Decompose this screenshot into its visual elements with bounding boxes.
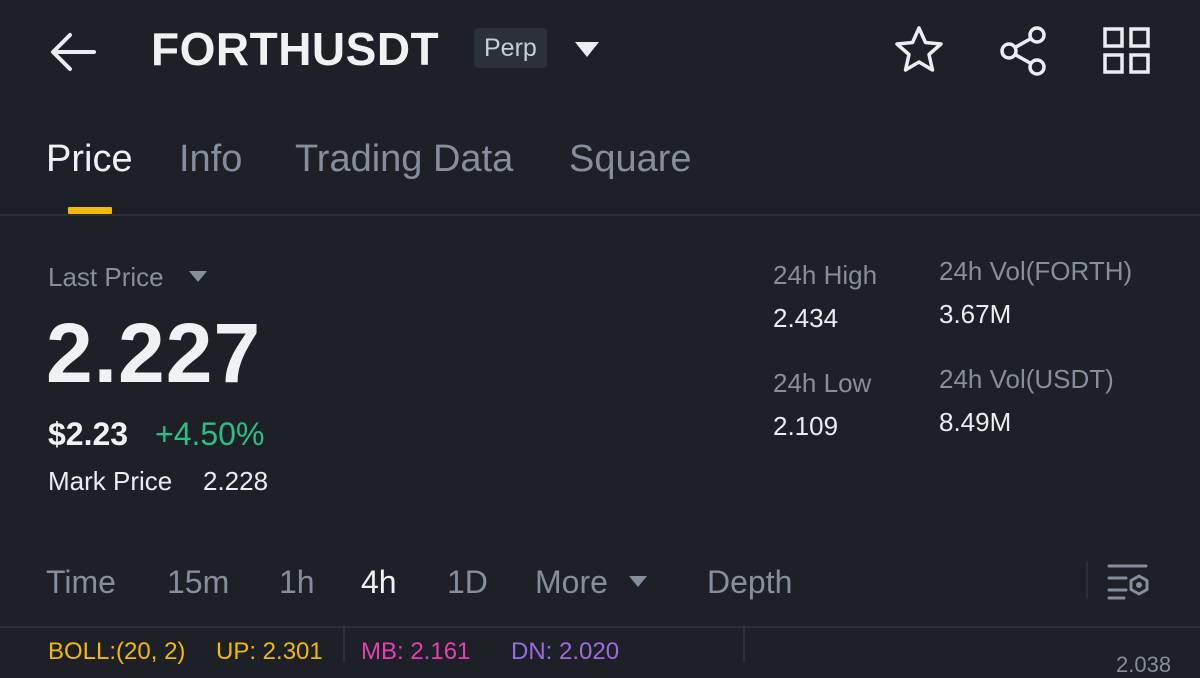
symbol-dropdown-button[interactable] [572, 38, 602, 62]
arrow-left-icon [51, 33, 96, 71]
last-price-label[interactable]: Last Price [48, 262, 164, 293]
share-button[interactable] [997, 24, 1051, 78]
interval-15m[interactable]: 15m [167, 564, 229, 601]
more-menu-button[interactable] [1102, 26, 1152, 76]
price-axis-value: 2.038 [1116, 652, 1172, 677]
tab-price[interactable]: Price [46, 138, 133, 181]
perp-badge: Perp [474, 28, 547, 68]
share-icon [1000, 26, 1046, 76]
low-label: 24h Low [773, 368, 872, 398]
indicator-separator [343, 628, 345, 662]
interval-4h[interactable]: 4h [361, 564, 397, 601]
high-label: 24h High [773, 260, 878, 290]
more-dropdown[interactable] [627, 573, 649, 589]
interval-1h[interactable]: 1h [279, 564, 315, 601]
low-value: 2.109 [773, 411, 839, 441]
back-button[interactable] [48, 30, 98, 74]
mark-price-label: Mark Price [48, 466, 173, 496]
caret-down-icon [629, 576, 647, 587]
grid-icon [1103, 27, 1150, 74]
depth-tab[interactable]: Depth [707, 564, 792, 601]
vol-quote-label: 24h Vol(USDT) [939, 364, 1114, 394]
mark-price-value: 2.228 [203, 466, 269, 496]
price-change: +4.50% [155, 416, 265, 452]
vol-base-label: 24h Vol(FORTH) [939, 256, 1133, 286]
vol-quote-value: 8.49M [939, 407, 1012, 437]
interval-divider [1086, 562, 1088, 598]
tab-info[interactable]: Info [179, 138, 242, 181]
tab-trading-data[interactable]: Trading Data [295, 138, 513, 181]
last-price-dropdown[interactable] [187, 268, 209, 284]
chart-settings-button[interactable] [1106, 560, 1152, 602]
high-value: 2.434 [773, 303, 839, 333]
favorite-button[interactable] [893, 24, 945, 76]
active-tab-indicator [68, 207, 112, 214]
interval-more[interactable]: More [535, 564, 608, 601]
interval-time[interactable]: Time [46, 564, 116, 601]
indicator-separator [743, 628, 745, 662]
chart-top-divider [0, 626, 1200, 628]
star-icon [895, 26, 943, 72]
caret-down-icon [189, 271, 207, 282]
usd-price: $2.23 [48, 416, 129, 452]
tabs-divider [0, 214, 1200, 216]
caret-down-icon [575, 42, 599, 57]
tab-square[interactable]: Square [569, 138, 692, 181]
vol-base-value: 3.67M [939, 299, 1012, 329]
last-price: 2.227 [46, 306, 262, 400]
symbol-title[interactable]: FORTHUSDT [151, 22, 439, 76]
chart-settings-icon [1107, 564, 1149, 600]
interval-1d[interactable]: 1D [447, 564, 488, 601]
